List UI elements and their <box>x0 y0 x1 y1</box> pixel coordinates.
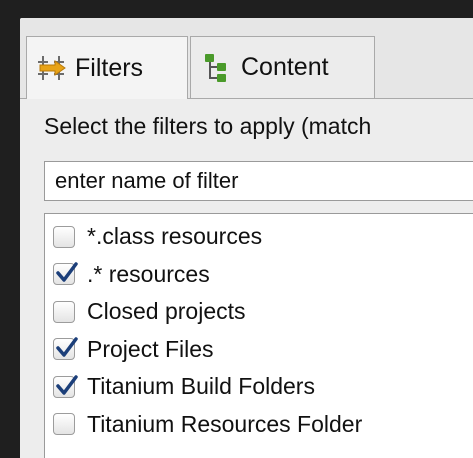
filter-label: Project Files <box>87 335 214 362</box>
filter-label: *.class resources <box>87 223 263 250</box>
screen: Filters Content Select the filters to ap… <box>0 0 473 458</box>
filter-checkbox[interactable] <box>53 413 75 436</box>
filter-row-titanium-build-folders[interactable]: Titanium Build Folders <box>45 368 473 406</box>
filter-list: *.class resources .* resources Closed pr… <box>44 213 473 458</box>
filter-label: Closed projects <box>87 298 246 325</box>
filters-icon <box>35 52 67 84</box>
tab-filters[interactable]: Filters <box>26 36 188 99</box>
checkmark-icon <box>56 262 78 282</box>
filter-label: Titanium Resources Folder <box>87 410 363 437</box>
filter-search-input[interactable] <box>44 161 473 201</box>
filter-row-class-resources[interactable]: *.class resources <box>45 218 473 256</box>
filter-row-dot-resources[interactable]: .* resources <box>45 256 473 294</box>
tab-bar: Filters Content <box>20 18 473 99</box>
tab-content-label: Content <box>241 53 329 81</box>
filters-panel: Select the filters to apply (match *.cla… <box>20 99 473 458</box>
filter-row-closed-projects[interactable]: Closed projects <box>45 293 473 331</box>
content-tree-icon <box>201 52 233 84</box>
filter-checkbox[interactable] <box>53 262 78 286</box>
filter-label: Titanium Build Folders <box>87 373 315 400</box>
filters-dialog: Filters Content Select the filters to ap… <box>20 18 473 458</box>
filter-checkbox[interactable] <box>53 375 78 398</box>
checkmark-icon <box>56 337 78 357</box>
filter-checkbox[interactable] <box>53 225 75 248</box>
tab-filters-label: Filters <box>75 53 144 82</box>
filter-checkbox[interactable] <box>53 337 78 361</box>
instruction-label: Select the filters to apply (match <box>44 113 372 139</box>
filter-checkbox[interactable] <box>53 300 75 323</box>
filter-label: .* resources <box>87 260 210 287</box>
tab-content[interactable]: Content <box>190 36 375 98</box>
checkmark-icon <box>56 375 78 395</box>
filter-row-titanium-resources-folder[interactable]: Titanium Resources Folder <box>45 406 473 444</box>
filter-row-project-files[interactable]: Project Files <box>45 331 473 369</box>
